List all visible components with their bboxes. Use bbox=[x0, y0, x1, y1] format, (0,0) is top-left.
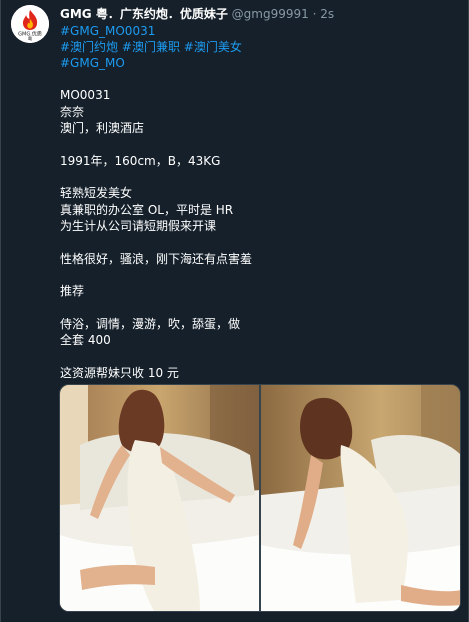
text-line-desc: 为生计从公司请短期假来开课 bbox=[60, 219, 217, 233]
hashtag-line: #GMG_MO0031 bbox=[60, 23, 462, 39]
flame-logo-icon: GMG.优质 粤 bbox=[11, 5, 49, 43]
photo-1-image bbox=[60, 385, 259, 611]
text-line-recommend: 推荐 bbox=[60, 284, 85, 298]
text-line-fee: 这资源帮妹只收 10 元 bbox=[60, 365, 179, 380]
text-line-personality: 性格很好，骚浪，刚下海还有点害羞 bbox=[60, 251, 253, 266]
hashtag-link[interactable]: #GMG_MO bbox=[60, 56, 125, 70]
user-handle[interactable]: @gmg99991 bbox=[232, 7, 309, 21]
text-line-services: 侍浴，调情，漫游，吹，舔蛋，做 bbox=[60, 316, 241, 331]
text-line-desc: 轻熟短发美女 bbox=[60, 186, 133, 200]
text-line-stats: 1991年，160cm，B，43KG bbox=[60, 153, 221, 168]
photo-2-image bbox=[261, 385, 460, 611]
text-line-desc: 真兼职的办公室 OL，平时是 HR bbox=[60, 202, 234, 217]
tweet[interactable]: GMG.优质 粤 GMG 粤．广东约炮．优质妹子 @gmg99991 · 2s … bbox=[0, 0, 469, 622]
hashtag-link[interactable]: #澳门约炮 bbox=[60, 40, 118, 54]
text-line-id: MO0031 bbox=[60, 88, 111, 102]
svg-text:粤: 粤 bbox=[28, 36, 33, 43]
hashtag-link[interactable]: #澳门兼职 bbox=[122, 40, 180, 54]
hashtag-line: #GMG_MO bbox=[60, 55, 462, 71]
hashtag-link[interactable]: #澳门美女 bbox=[184, 40, 242, 54]
media-grid bbox=[59, 384, 461, 612]
hashtag-link[interactable]: #GMG_MO0031 bbox=[60, 24, 155, 38]
hashtag-line: #澳门约炮 #澳门兼职 #澳门美女 bbox=[60, 39, 462, 55]
display-name[interactable]: GMG 粤．广东约炮．优质妹子 bbox=[60, 7, 228, 21]
photo-thumbnail[interactable] bbox=[60, 385, 259, 611]
tweet-header: GMG 粤．广东约炮．优质妹子 @gmg99991 · 2s bbox=[60, 6, 462, 22]
svg-text:GMG.优质: GMG.优质 bbox=[18, 31, 42, 38]
photo-thumbnail[interactable] bbox=[261, 385, 460, 611]
hashtag-block: #GMG_MO0031 #澳门约炮 #澳门兼职 #澳门美女 #GMG_MO bbox=[60, 23, 462, 71]
separator-dot: · bbox=[312, 7, 317, 21]
avatar[interactable]: GMG.优质 粤 bbox=[11, 5, 49, 43]
tweet-content: GMG 粤．广东约炮．优质妹子 @gmg99991 · 2s #GMG_MO00… bbox=[60, 6, 462, 381]
text-line-location: 澳门，利澳酒店 bbox=[60, 121, 145, 135]
tweet-text: MO0031 奈奈 澳门，利澳酒店 1991年，160cm，B，43KG 轻熟短… bbox=[60, 87, 462, 381]
timestamp[interactable]: 2s bbox=[320, 7, 334, 21]
text-line-name: 奈奈 bbox=[60, 104, 85, 119]
text-line-price: 全套 400 bbox=[60, 333, 111, 347]
